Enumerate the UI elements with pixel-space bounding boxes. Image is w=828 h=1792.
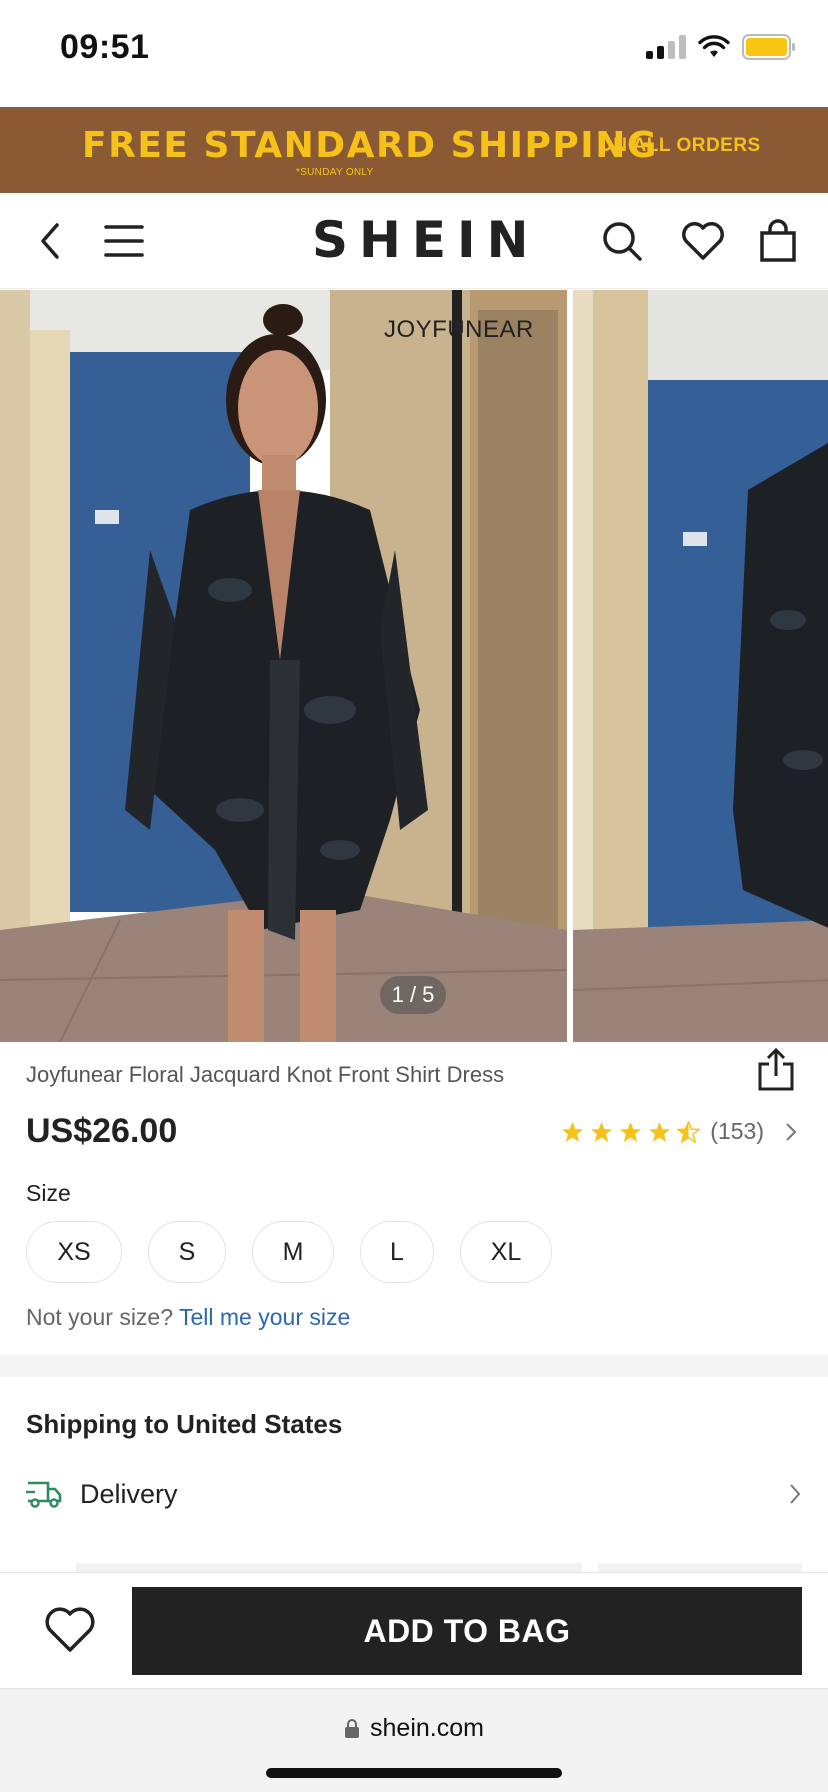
back-icon <box>41 223 59 259</box>
lock-icon <box>345 1718 360 1738</box>
site-header: SHEIN <box>0 193 828 289</box>
star-icon <box>649 1121 671 1142</box>
delivery-label: Delivery <box>80 1478 178 1509</box>
wifi-icon <box>698 35 730 57</box>
status-bar: 09:51 <box>0 0 828 100</box>
section-divider <box>0 1355 828 1377</box>
bag-icon <box>760 219 796 262</box>
search-button[interactable] <box>596 215 648 267</box>
save-to-wishlist-button[interactable] <box>38 1599 102 1659</box>
status-time: 09:51 <box>60 28 150 66</box>
browser-url-bar[interactable]: shein.com <box>0 1688 828 1792</box>
cellular-signal-icon <box>646 35 686 59</box>
battery-icon <box>742 34 795 60</box>
promo-banner[interactable]: FREE STANDARD SHIPPING ON ALL ORDERS *SU… <box>0 107 828 193</box>
wishlist-button[interactable] <box>677 215 729 267</box>
rating-count: (153) <box>710 1118 764 1144</box>
star-rating <box>561 1120 701 1143</box>
brand-watermark: JOYFUNEAR <box>384 316 534 343</box>
add-to-bag-button[interactable]: ADD TO BAG <box>132 1587 802 1675</box>
url-text: shein.com <box>370 1714 484 1742</box>
tell-me-size-link[interactable]: Tell me your size <box>179 1304 350 1330</box>
dress-photo-next <box>573 290 828 1042</box>
shein-logo[interactable]: SHEIN <box>312 211 539 269</box>
bag-button[interactable] <box>752 215 804 267</box>
delivery-row[interactable]: Delivery <box>26 1472 802 1516</box>
size-help: Not your size? Tell me your size <box>26 1304 350 1331</box>
size-option-l[interactable]: L <box>360 1221 434 1283</box>
star-icon <box>591 1121 613 1142</box>
size-option-m[interactable]: M <box>252 1221 334 1283</box>
product-price: US$26.00 <box>26 1112 178 1150</box>
star-icon <box>620 1121 642 1142</box>
size-option-xl[interactable]: XL <box>460 1221 552 1283</box>
search-icon <box>603 222 642 261</box>
size-help-text: Not your size? <box>26 1304 174 1330</box>
status-icons <box>646 34 796 60</box>
shipping-title: Shipping to United States <box>26 1409 343 1439</box>
share-button[interactable] <box>756 1047 800 1092</box>
dress-photo <box>0 290 567 1042</box>
heart-icon <box>682 222 724 260</box>
size-label: Size <box>26 1180 71 1206</box>
star-icon <box>562 1121 584 1142</box>
product-gallery[interactable]: JOYFUNEAR 1 / 5 <box>0 290 828 1042</box>
bottom-action-bar: ADD TO BAG <box>0 1572 828 1688</box>
heart-icon <box>45 1607 95 1652</box>
size-option-xs[interactable]: XS <box>26 1221 122 1283</box>
back-button[interactable] <box>24 215 76 267</box>
product-image-main[interactable]: JOYFUNEAR 1 / 5 <box>0 290 567 1042</box>
chevron-right-icon <box>790 1484 801 1504</box>
truck-icon <box>26 1481 62 1508</box>
home-indicator[interactable] <box>266 1768 562 1778</box>
promo-title: FREE STANDARD SHIPPING <box>82 125 658 166</box>
product-title: Joyfunear Floral Jacquard Knot Front Shi… <box>26 1062 505 1087</box>
promo-subtitle: ON ALL ORDERS <box>598 135 761 156</box>
url-display[interactable]: shein.com <box>0 1714 828 1743</box>
share-icon <box>758 1047 794 1091</box>
chevron-right-icon <box>786 1122 797 1141</box>
menu-button[interactable] <box>98 215 150 267</box>
image-counter: 1 / 5 <box>380 976 446 1014</box>
product-image-next[interactable] <box>573 290 828 1042</box>
rating-summary[interactable]: (153) <box>561 1118 798 1145</box>
size-option-s[interactable]: S <box>148 1221 226 1283</box>
size-options: XS S M L XL <box>26 1221 552 1283</box>
menu-icon <box>104 225 144 257</box>
promo-note: *SUNDAY ONLY <box>296 167 374 178</box>
half-star-icon <box>677 1120 701 1143</box>
